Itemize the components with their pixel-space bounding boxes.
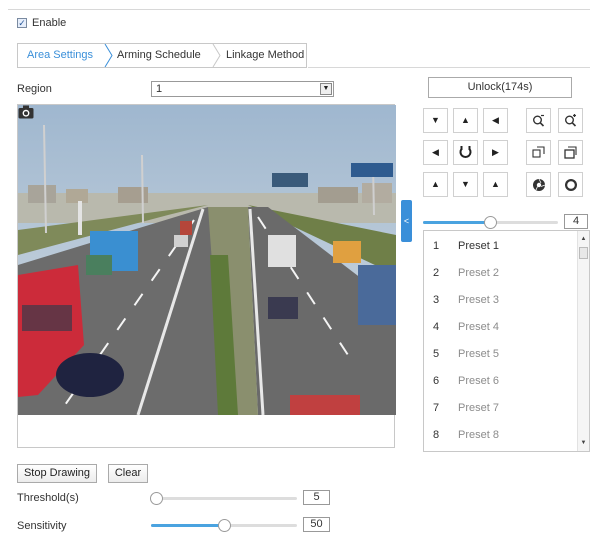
preset-item[interactable]: 6 Preset 6	[424, 367, 579, 394]
pan-left-icon[interactable]: ◀	[423, 140, 448, 165]
preset-item[interactable]: 8 Preset 8	[424, 421, 579, 448]
tilt-left-down-icon[interactable]: ▲	[423, 172, 448, 197]
tab-linkage-method[interactable]: Linkage Method	[226, 44, 304, 67]
preset-name: Preset 3	[458, 294, 499, 306]
ptz-speed-slider[interactable]	[423, 216, 558, 229]
preset-item[interactable]: 7 Preset 7	[424, 394, 579, 421]
region-select[interactable]: 1 ▼	[151, 81, 334, 97]
tab-bar: Area Settings Arming Schedule Linkage Me…	[17, 43, 307, 68]
ptz-control-pad: ▼ ▲ ◀ ◀ ▶ ▲ ▼ ▲	[423, 108, 590, 200]
chevron-left-icon[interactable]: <	[401, 200, 412, 242]
preset-name: Preset 8	[458, 429, 499, 441]
preset-name: Preset 1	[458, 240, 499, 252]
preset-scrollbar[interactable]: ▲ ▼	[577, 231, 589, 451]
preset-number: 3	[433, 294, 440, 306]
region-select-value: 1	[156, 83, 163, 95]
scroll-up-icon[interactable]: ▲	[578, 234, 589, 244]
auto-pan-icon[interactable]	[453, 140, 478, 165]
preset-number: 8	[433, 429, 440, 441]
preset-number: 4	[433, 321, 440, 333]
tilt-right-up-icon[interactable]: ◀	[483, 108, 508, 133]
threshold-slider[interactable]	[150, 492, 297, 505]
sensitivity-slider[interactable]	[151, 519, 297, 532]
sensitivity-input[interactable]: 50	[303, 517, 330, 532]
tilt-up-icon[interactable]: ▲	[453, 108, 478, 133]
sensitivity-slider-knob[interactable]	[218, 519, 231, 532]
tab-separator-icon	[212, 44, 221, 67]
sensitivity-label: Sensitivity	[17, 520, 67, 532]
focus-near-icon[interactable]	[526, 140, 551, 165]
tab-arming-schedule[interactable]: Arming Schedule	[117, 44, 201, 67]
unlock-button[interactable]: Unlock(174s)	[428, 77, 572, 98]
tab-area-settings[interactable]: Area Settings	[27, 44, 93, 67]
clear-button[interactable]: Clear	[108, 464, 148, 483]
sensitivity-slider-fill	[151, 524, 224, 527]
zoom-out-icon[interactable]	[526, 108, 551, 133]
preset-item[interactable]: 2 Preset 2	[424, 259, 579, 286]
top-divider	[8, 9, 590, 10]
preset-item[interactable]: 5 Preset 5	[424, 340, 579, 367]
ptz-speed-input[interactable]: 4	[564, 214, 588, 229]
ptz-speed-slider-fill	[423, 221, 490, 224]
ptz-speed-slider-knob[interactable]	[484, 216, 497, 229]
preset-number: 7	[433, 402, 440, 414]
preset-name: Preset 6	[458, 375, 499, 387]
highway-video-frame[interactable]	[18, 105, 396, 415]
stop-drawing-button[interactable]: Stop Drawing	[17, 464, 97, 483]
preset-name: Preset 2	[458, 267, 499, 279]
threshold-input[interactable]: 5	[303, 490, 330, 505]
preset-item[interactable]: 4 Preset 4	[424, 313, 579, 340]
threshold-label: Threshold(s)	[17, 492, 79, 504]
camera-icon[interactable]	[18, 105, 34, 119]
preset-number: 2	[433, 267, 440, 279]
preset-item[interactable]: 1 Preset 1	[424, 232, 579, 259]
preset-name: Preset 4	[458, 321, 499, 333]
scrollbar-thumb[interactable]	[579, 247, 588, 259]
preset-name: Preset 7	[458, 402, 499, 414]
checkbox-checked-icon[interactable]: ✓	[17, 18, 27, 28]
iris-open-icon[interactable]	[558, 172, 583, 197]
preset-list: 1 Preset 1 2 Preset 2 3 Preset 3 4 Prese…	[423, 230, 590, 452]
tilt-right-down-icon[interactable]: ▲	[483, 172, 508, 197]
region-label: Region	[17, 83, 52, 95]
enable-checkbox[interactable]: ✓ Enable	[17, 17, 66, 29]
tab-underline	[308, 67, 590, 68]
scroll-down-icon[interactable]: ▼	[578, 438, 589, 448]
tilt-left-up-icon[interactable]: ▼	[423, 108, 448, 133]
preset-name: Preset 5	[458, 348, 499, 360]
video-preview[interactable]	[17, 104, 396, 448]
tilt-down-icon[interactable]: ▼	[453, 172, 478, 197]
tab-separator-icon	[104, 44, 113, 67]
preset-number: 5	[433, 348, 440, 360]
iris-close-icon[interactable]	[526, 172, 551, 197]
preset-item[interactable]: 3 Preset 3	[424, 286, 579, 313]
threshold-slider-knob[interactable]	[150, 492, 163, 505]
preset-number: 6	[433, 375, 440, 387]
pan-right-icon[interactable]: ▶	[483, 140, 508, 165]
enable-label: Enable	[32, 17, 67, 29]
focus-far-icon[interactable]	[558, 140, 583, 165]
zoom-in-icon[interactable]	[558, 108, 583, 133]
preset-number: 1	[433, 240, 440, 252]
chevron-down-icon[interactable]: ▼	[320, 83, 332, 95]
